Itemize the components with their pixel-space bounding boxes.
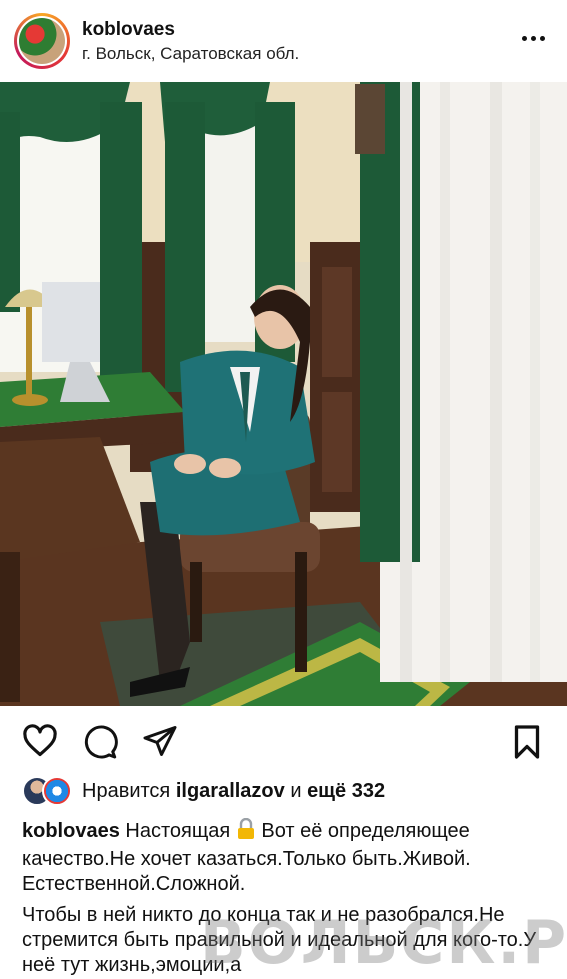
post-location[interactable]: г. Вольск, Саратовская обл. xyxy=(82,43,299,64)
post-actions xyxy=(0,718,567,766)
more-options-icon[interactable] xyxy=(522,36,545,41)
likes-middle: и xyxy=(290,779,302,802)
post-photo[interactable] xyxy=(0,82,567,706)
comment-icon[interactable] xyxy=(82,724,118,765)
caption-username[interactable]: koblovaes xyxy=(22,820,120,842)
caption-text-start: Настоящая xyxy=(125,820,231,842)
avatar-image xyxy=(19,18,65,64)
caption-paragraph-2: Чтобы в ней никто до конца так и не разо… xyxy=(22,904,537,976)
lock-icon xyxy=(236,817,256,847)
user-avatar[interactable] xyxy=(14,13,70,69)
bookmark-icon[interactable] xyxy=(512,724,542,765)
likes-row[interactable]: Нравится ilgarallazov и ещё 332 xyxy=(22,776,385,806)
post-header: koblovaes г. Вольск, Саратовская обл. xyxy=(0,0,567,82)
paper-plane-icon[interactable] xyxy=(142,724,178,763)
post-username[interactable]: koblovaes xyxy=(82,18,299,42)
post-caption: koblovaes Настоящая Вот её определяющее … xyxy=(22,817,552,978)
likes-prefix: Нравится xyxy=(82,779,171,802)
liker-avatar xyxy=(42,776,72,806)
liker-username[interactable]: ilgarallazov xyxy=(176,780,285,802)
heart-icon[interactable] xyxy=(22,724,58,763)
likes-count[interactable]: ещё 332 xyxy=(307,780,385,802)
